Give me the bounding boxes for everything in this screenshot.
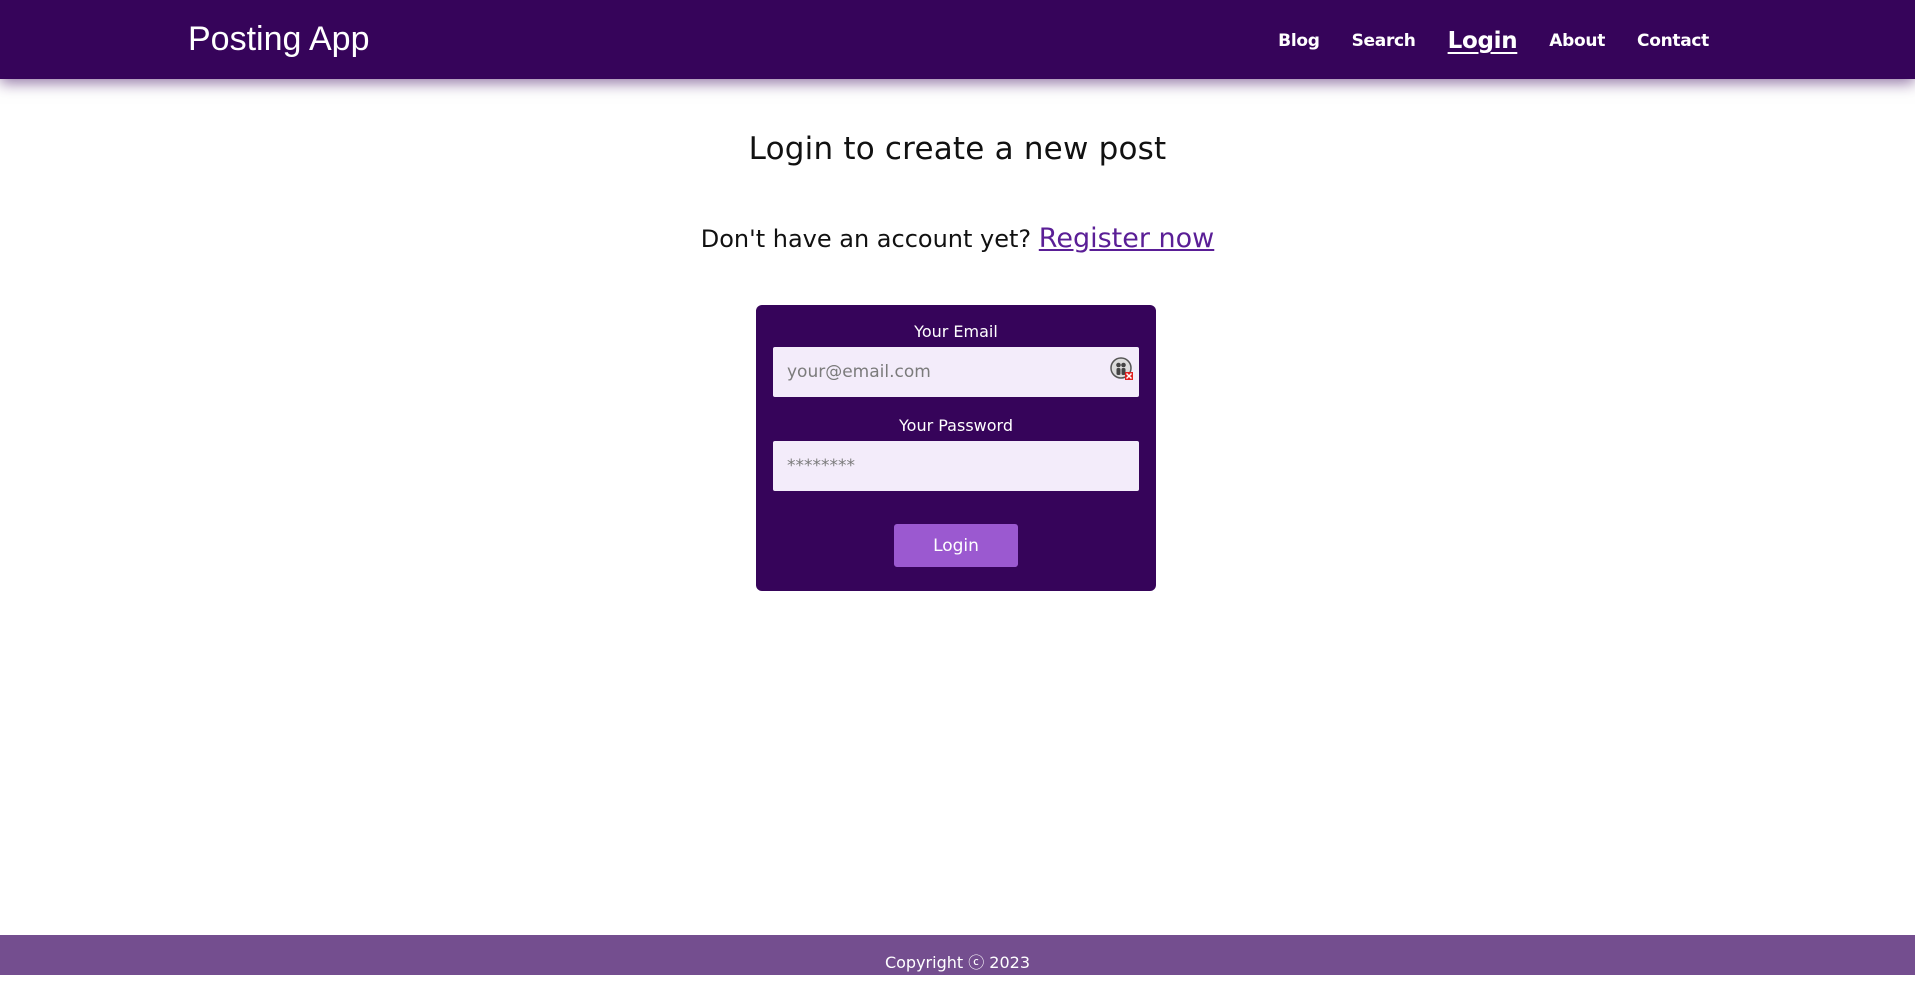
- nav-item-blog[interactable]: Blog: [1278, 24, 1320, 58]
- main-nav: Blog Search Login About Contact: [1246, 24, 1709, 58]
- password-manager-icon[interactable]: [1110, 357, 1134, 381]
- register-prompt: Don't have an account yet? Register now: [0, 223, 1915, 254]
- nav-item-login[interactable]: Login: [1448, 24, 1518, 58]
- email-field[interactable]: [773, 347, 1139, 397]
- login-button[interactable]: Login: [894, 524, 1018, 567]
- password-field[interactable]: [773, 441, 1139, 491]
- email-label: Your Email: [914, 322, 998, 341]
- register-prompt-text: Don't have an account yet?: [700, 225, 1032, 253]
- login-form: Your Email Your Password Login: [756, 305, 1156, 591]
- brand-logo-text[interactable]: Posting App: [188, 18, 369, 60]
- top-navbar: Posting App Blog Search Login About Cont…: [0, 0, 1915, 79]
- copyright-text: Copyright ⓒ 2023: [884, 953, 1031, 972]
- page-title: Login to create a new post: [748, 131, 1167, 167]
- footer: Copyright ⓒ 2023: [0, 935, 1915, 975]
- password-manager-icon-graphic: [1110, 357, 1133, 380]
- password-label: Your Password: [899, 416, 1013, 435]
- nav-item-contact[interactable]: Contact: [1637, 24, 1709, 58]
- nav-item-search[interactable]: Search: [1352, 24, 1416, 58]
- register-link[interactable]: Register now: [1039, 223, 1214, 254]
- nav-item-about[interactable]: About: [1549, 24, 1605, 58]
